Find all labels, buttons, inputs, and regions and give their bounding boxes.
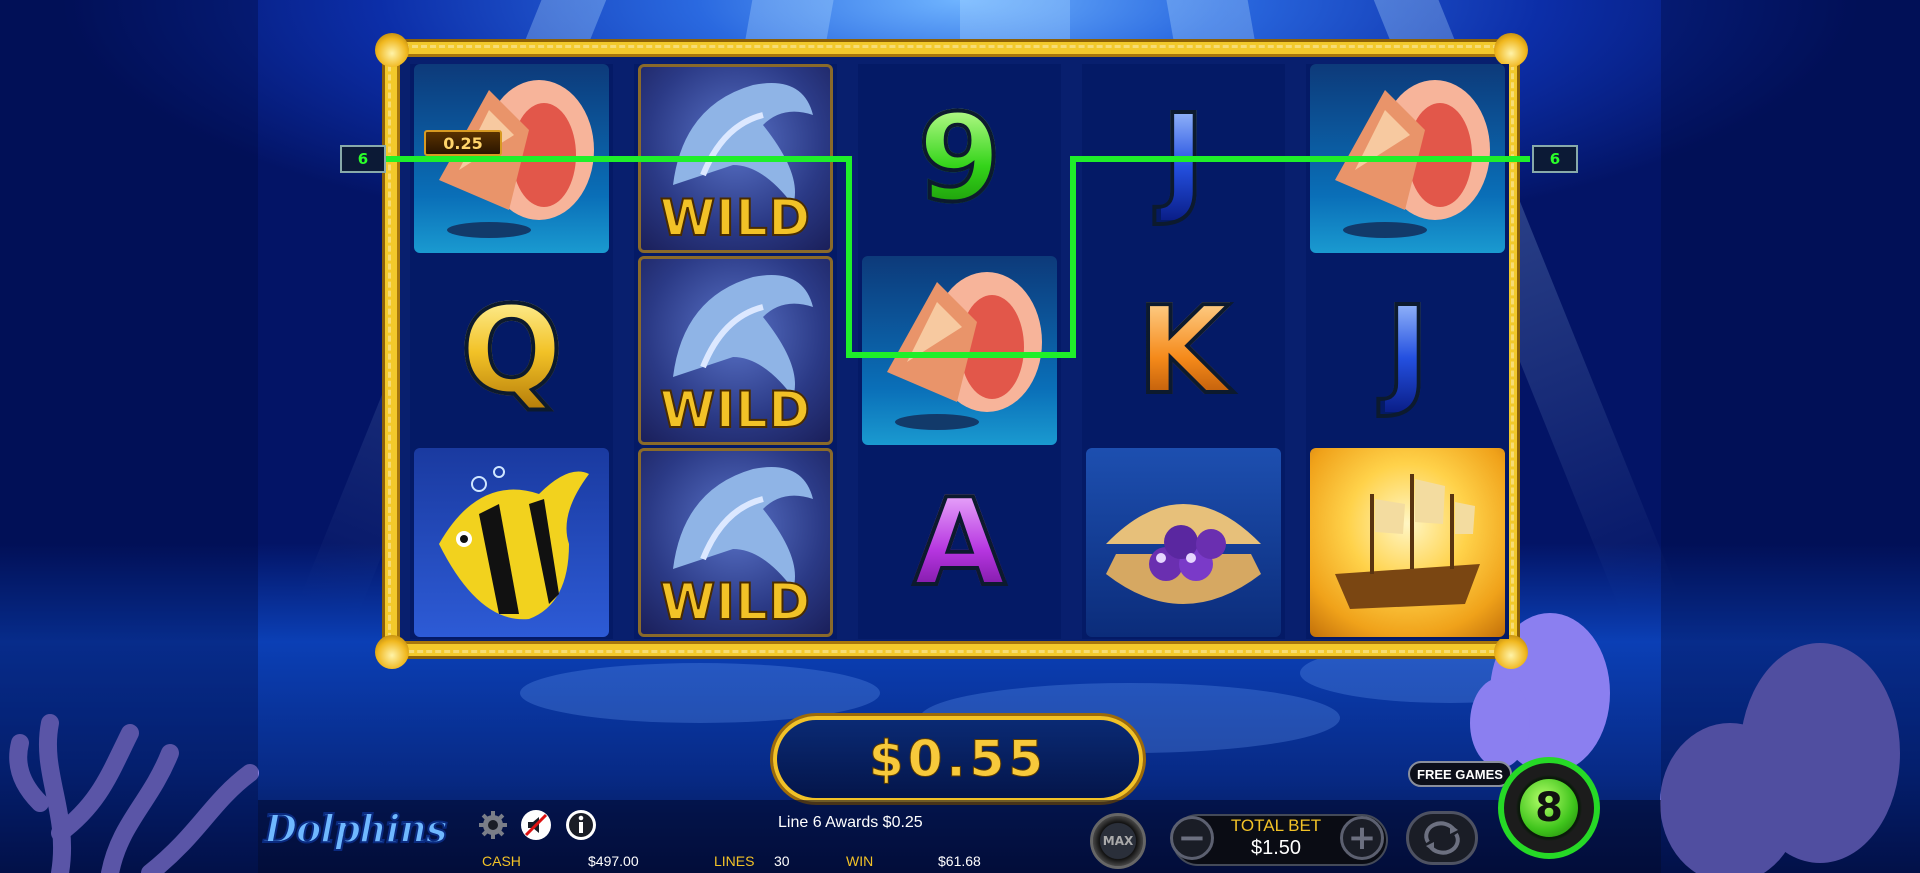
symbol-9: 9 (858, 64, 1061, 255)
total-bet-label: TOTAL BET (1230, 816, 1322, 835)
reel-2: WILD WILD WILD (634, 64, 837, 639)
wild-label: WILD (659, 188, 812, 248)
symbol-wild-dolphin: WILD (634, 448, 837, 639)
reel-grid: Q WILD WILD WILD 9 A J K J (410, 64, 1510, 639)
total-bet-value: $1.50 (1250, 837, 1302, 859)
sound-toggle-button[interactable] (516, 805, 556, 845)
info-icon (566, 810, 596, 840)
wild-label: WILD (659, 572, 812, 632)
game-logo: Dolphins (263, 805, 448, 852)
gear-icon (479, 811, 507, 839)
payline-number-right: 6 (1532, 145, 1578, 173)
frame-shell-corner (1494, 33, 1528, 67)
win-value: $61.68 (938, 853, 981, 869)
wild-label: WILD (659, 380, 812, 440)
free-games-label: FREE GAMES (1408, 761, 1512, 787)
symbol-j: J (1082, 64, 1285, 255)
symbol-conch-shell (1306, 64, 1509, 255)
symbol-j: J (1306, 256, 1509, 447)
lines-value: 30 (774, 853, 790, 869)
symbol-wild-dolphin: WILD (634, 256, 837, 447)
cash-value: $497.00 (588, 853, 639, 869)
win-amount: $0.55 (868, 730, 1048, 789)
symbol-letter: J (1159, 89, 1208, 229)
symbol-letter: J (1383, 281, 1432, 421)
symbol-a: A (858, 448, 1061, 639)
info-button[interactable] (561, 805, 601, 845)
symbol-letter: K (1135, 281, 1232, 421)
reel-3: 9A (858, 64, 1061, 639)
autoplay-icon (1424, 821, 1460, 855)
symbol-ship (1306, 448, 1509, 639)
increase-bet-button[interactable]: + (1340, 816, 1384, 860)
symbol-conch-shell (410, 64, 613, 255)
sound-muted-icon (521, 810, 551, 840)
frame-shell-corner (1494, 635, 1528, 669)
max-bet-button[interactable]: MAX (1090, 813, 1146, 869)
symbol-wild-dolphin: WILD (634, 64, 837, 255)
status-message: Line 6 Awards $0.25 (778, 814, 923, 831)
free-games-counter[interactable]: 8 (1498, 757, 1600, 859)
symbol-angelfish (410, 448, 613, 639)
symbol-letter: A (911, 473, 1008, 613)
settings-button[interactable] (473, 805, 513, 845)
payline-number-left: 6 (340, 145, 386, 173)
symbol-q: Q (410, 256, 613, 447)
free-games-count: 8 (1520, 779, 1578, 837)
lines-label: LINES (714, 853, 755, 869)
line-award-label: 0.25 (424, 130, 502, 156)
win-display: $0.55 (773, 716, 1143, 802)
frame-shell-corner (375, 33, 409, 67)
symbol-k: K (1082, 256, 1285, 447)
reel-4: JK (1082, 64, 1285, 639)
symbol-letter: Q (458, 281, 564, 421)
autoplay-button[interactable] (1406, 811, 1478, 865)
win-label: WIN (846, 853, 874, 869)
frame-shell-corner (375, 635, 409, 669)
reel-5: J (1306, 64, 1509, 639)
symbol-letter: 9 (916, 89, 1003, 229)
cash-label: CASH (482, 853, 521, 869)
symbol-conch-shell (858, 256, 1061, 447)
symbol-pearl-clam (1082, 448, 1285, 639)
